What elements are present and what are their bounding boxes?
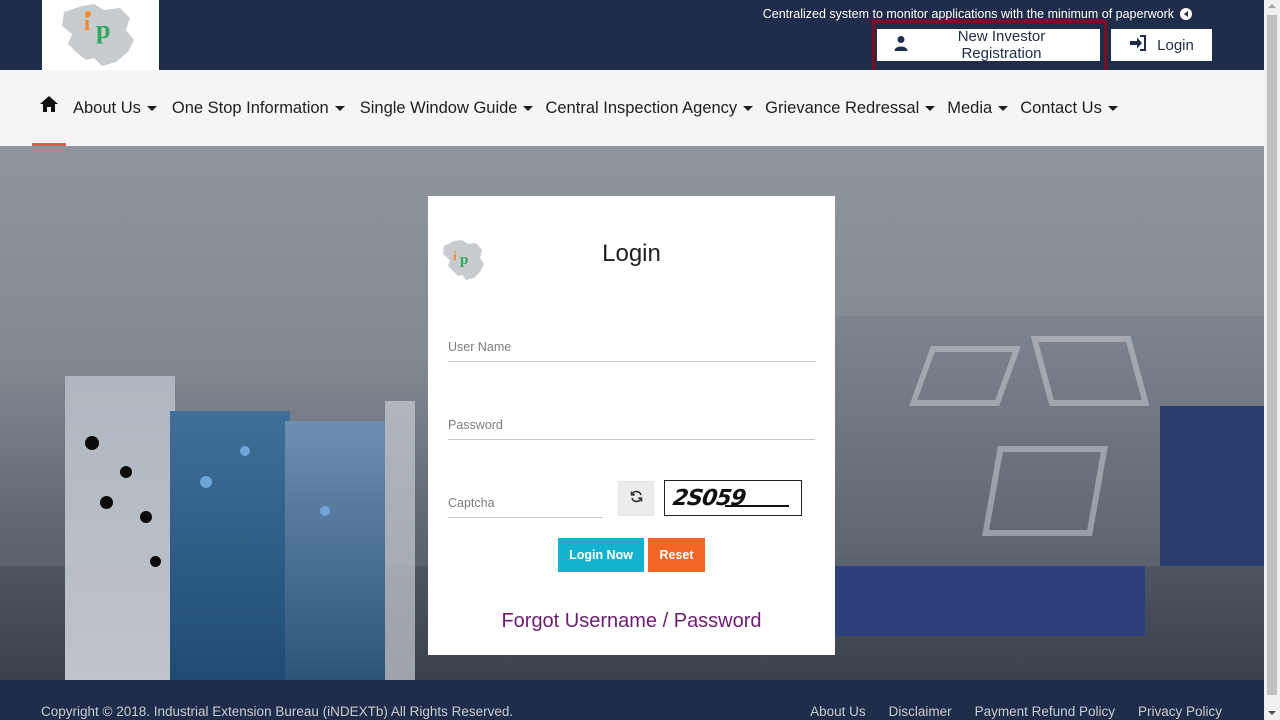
nav-item-label: Central Inspection Agency xyxy=(545,98,738,117)
header-login-button[interactable]: Login xyxy=(1111,29,1212,61)
footer-link-privacy-policy[interactable]: Privacy Policy xyxy=(1138,704,1222,719)
molecule-dot xyxy=(240,446,250,456)
nav-item-single-window-guide[interactable]: Single Window Guide xyxy=(360,99,534,118)
home-icon xyxy=(39,95,59,118)
register-label: New Investor Registration xyxy=(957,28,1046,62)
caret-down-icon xyxy=(1107,105,1118,111)
captcha-noise-line xyxy=(725,505,789,507)
nav-home[interactable] xyxy=(32,70,66,146)
reset-button[interactable]: Reset xyxy=(648,538,705,572)
username-input[interactable] xyxy=(448,332,815,361)
nav-item-media[interactable]: Media xyxy=(947,98,1009,118)
molecule-dot xyxy=(150,556,161,567)
refresh-icon xyxy=(630,490,643,508)
footer-link-disclaimer[interactable]: Disclaimer xyxy=(889,704,952,719)
gujarat-map-logo-icon: i p xyxy=(62,4,134,66)
footer: Copyright © 2018. Industrial Extension B… xyxy=(0,680,1264,720)
new-investor-registration-button[interactable]: New Investor Registration xyxy=(877,28,1100,62)
background-display-panel xyxy=(170,411,290,680)
copyright-text: Copyright © 2018. Industrial Extension B… xyxy=(41,704,514,719)
nav-item-label: Single Window Guide xyxy=(359,98,518,117)
nav-item-label: Contact Us xyxy=(1020,98,1102,117)
nav-item-label: About Us xyxy=(73,98,141,117)
background-display-panel xyxy=(285,421,385,680)
captcha-field[interactable] xyxy=(448,488,603,518)
page-scrollbar[interactable] xyxy=(1264,0,1280,720)
refresh-captcha-button[interactable] xyxy=(618,481,654,516)
molecule-dot xyxy=(320,506,330,516)
scroll-up-arrow-icon[interactable] xyxy=(1268,4,1276,8)
footer-link-payment-refund-policy[interactable]: Payment Refund Policy xyxy=(975,704,1115,719)
sign-in-icon xyxy=(1129,35,1147,55)
nav-item-central-inspection-agency[interactable]: Central Inspection Agency xyxy=(545,98,754,118)
user-icon xyxy=(893,35,909,55)
svg-text:p: p xyxy=(96,15,110,44)
password-input[interactable] xyxy=(448,410,815,439)
molecule-dot xyxy=(140,511,152,523)
caret-down-icon xyxy=(743,105,754,111)
molecule-dot xyxy=(200,476,212,488)
scrollbar-thumb[interactable] xyxy=(1267,15,1277,695)
captcha-image: 2S059 xyxy=(664,480,802,516)
footer-links: About Us Disclaimer Payment Refund Polic… xyxy=(810,704,1222,719)
nav-menu: About Us One Stop Information Single Win… xyxy=(73,70,1133,146)
caret-down-icon xyxy=(523,105,534,111)
username-field[interactable] xyxy=(448,332,815,362)
nav-item-contact-us[interactable]: Contact Us xyxy=(1020,99,1118,118)
top-header: i p Centralized system to monitor applic… xyxy=(0,0,1264,87)
caret-down-icon xyxy=(998,105,1009,111)
hexagon-decor xyxy=(982,446,1108,536)
nav-item-grievance-redressal[interactable]: Grievance Redressal xyxy=(765,98,936,118)
molecule-dot xyxy=(120,466,132,478)
captcha-input[interactable] xyxy=(448,488,603,517)
forgot-credentials-link[interactable]: Forgot Username / Password xyxy=(428,610,835,633)
login-now-button[interactable]: Login Now xyxy=(558,538,644,572)
password-field[interactable] xyxy=(448,410,815,440)
login-title: Login xyxy=(602,240,661,267)
nav-item-label: Grievance Redressal xyxy=(765,98,920,117)
background-display-panel xyxy=(385,401,415,680)
footer-link-about-us[interactable]: About Us xyxy=(810,704,866,719)
nav-item-one-stop-information[interactable]: One Stop Information xyxy=(172,99,345,118)
login-label: Login xyxy=(1157,36,1194,54)
molecule-dot xyxy=(100,496,113,509)
hexagon-decor xyxy=(1030,336,1150,406)
caret-down-icon xyxy=(925,105,936,111)
nav-item-about-us[interactable]: About Us xyxy=(73,99,157,118)
nav-item-label: One Stop Information xyxy=(171,98,329,117)
scroll-down-arrow-icon[interactable] xyxy=(1268,711,1276,715)
nav-item-label: Media xyxy=(947,98,993,117)
tagline-toggle-icon[interactable] xyxy=(1180,8,1192,20)
background-table xyxy=(835,566,1145,636)
login-card: i p Login 2S059 Login Now Reset Forgot U… xyxy=(428,196,835,655)
caret-down-icon xyxy=(146,105,157,111)
molecule-dot xyxy=(85,436,99,450)
caret-down-icon xyxy=(334,105,345,111)
background-display-panel xyxy=(65,376,175,680)
main-navbar: About Us One Stop Information Single Win… xyxy=(0,70,1264,146)
site-logo[interactable]: i p xyxy=(42,0,159,70)
tagline-text: Centralized system to monitor applicatio… xyxy=(762,7,1174,21)
tagline: Centralized system to monitor applicatio… xyxy=(763,7,1192,21)
